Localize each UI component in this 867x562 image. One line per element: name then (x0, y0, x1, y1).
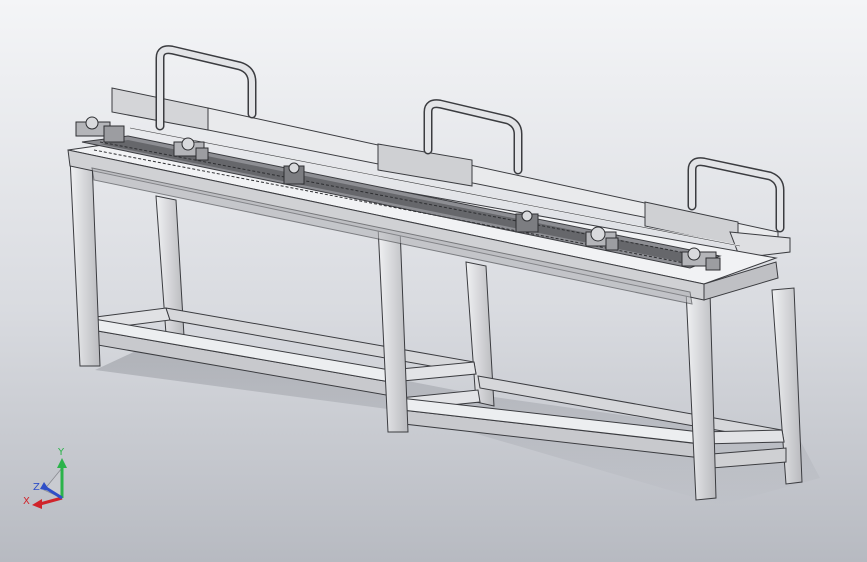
x-axis-arrow (32, 499, 42, 509)
fixture-1 (75, 116, 125, 143)
fixture-4 (515, 210, 539, 233)
y-axis-arrow (57, 458, 67, 468)
x-axis-line (39, 496, 63, 506)
y-axis-label: Y (57, 447, 65, 458)
orientation-triad[interactable]: Y Z X (23, 447, 67, 509)
x-axis-label: X (23, 496, 30, 507)
workbench-model[interactable]: Y Z X (0, 0, 867, 562)
z-axis-label: Z (33, 482, 40, 493)
fixture-3 (283, 162, 305, 185)
cad-viewport[interactable]: Y Z X (0, 0, 867, 562)
